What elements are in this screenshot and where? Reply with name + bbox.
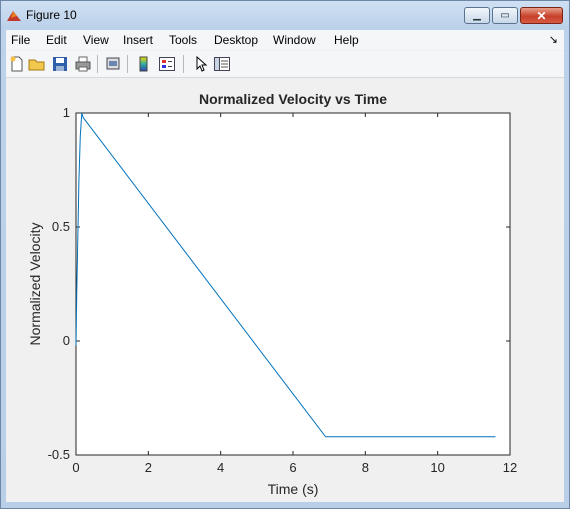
- pointer-icon[interactable]: [192, 55, 210, 73]
- plot[interactable]: Normalized Velocity vs Time Time (s) Nor…: [6, 78, 564, 502]
- y-tick-label: 0: [63, 333, 70, 348]
- new-figure-icon[interactable]: [8, 55, 26, 73]
- x-tick-label: 8: [362, 460, 369, 475]
- print-icon[interactable]: [74, 55, 92, 73]
- y-axis-label: Normalized Velocity: [27, 223, 43, 346]
- maximize-icon: ▭: [500, 10, 510, 21]
- close-button[interactable]: ✕: [520, 7, 563, 24]
- minimize-icon: ▁: [473, 10, 481, 21]
- menu-desktop[interactable]: Desktop: [214, 33, 258, 47]
- toolbar-separator: [97, 55, 98, 73]
- menu-window[interactable]: Window: [273, 33, 316, 47]
- menu-bar: File Edit View Insert Tools Desktop Wind…: [6, 30, 564, 50]
- property-editor-icon[interactable]: [213, 55, 231, 73]
- figure-canvas: Normalized Velocity vs Time Time (s) Nor…: [6, 78, 564, 502]
- window-title: Figure 10: [26, 8, 77, 22]
- y-tick-label: 1: [63, 105, 70, 120]
- close-icon: ✕: [536, 8, 547, 23]
- figure-window: Figure 10 ▁ ▭ ✕ File Edit View Insert To…: [0, 0, 570, 509]
- x-tick-label: 10: [430, 460, 444, 475]
- dock-arrow-icon[interactable]: ↘: [549, 33, 558, 46]
- menu-view[interactable]: View: [83, 33, 109, 47]
- x-tick-label: 6: [289, 460, 296, 475]
- save-icon[interactable]: [51, 55, 69, 73]
- title-bar[interactable]: Figure 10 ▁ ▭ ✕: [1, 1, 569, 30]
- y-tick-label: -0.5: [48, 447, 70, 462]
- x-axis-label: Time (s): [268, 481, 319, 497]
- toolbar-separator: [127, 55, 128, 73]
- legend-icon[interactable]: [158, 55, 176, 73]
- x-tick-label: 12: [503, 460, 517, 475]
- chart-title: Normalized Velocity vs Time: [199, 91, 387, 107]
- x-tick-label: 0: [72, 460, 79, 475]
- menu-edit[interactable]: Edit: [46, 33, 67, 47]
- y-tick-label: 0.5: [52, 219, 70, 234]
- maximize-button[interactable]: ▭: [492, 7, 518, 24]
- colorbar-icon[interactable]: [135, 55, 153, 73]
- toolbar: [6, 51, 564, 78]
- client-area: File Edit View Insert Tools Desktop Wind…: [6, 30, 564, 502]
- menu-tools[interactable]: Tools: [169, 33, 197, 47]
- open-file-icon[interactable]: [28, 55, 46, 73]
- menu-insert[interactable]: Insert: [123, 33, 153, 47]
- x-tick-label: 4: [217, 460, 224, 475]
- axes-box: [75, 112, 511, 456]
- print-preview-icon[interactable]: [104, 55, 122, 73]
- menu-help[interactable]: Help: [334, 33, 359, 47]
- matlab-logo-icon: [7, 11, 21, 21]
- minimize-button[interactable]: ▁: [464, 7, 490, 24]
- menu-file[interactable]: File: [11, 33, 30, 47]
- x-tick-label: 2: [145, 460, 152, 475]
- toolbar-separator: [183, 55, 184, 73]
